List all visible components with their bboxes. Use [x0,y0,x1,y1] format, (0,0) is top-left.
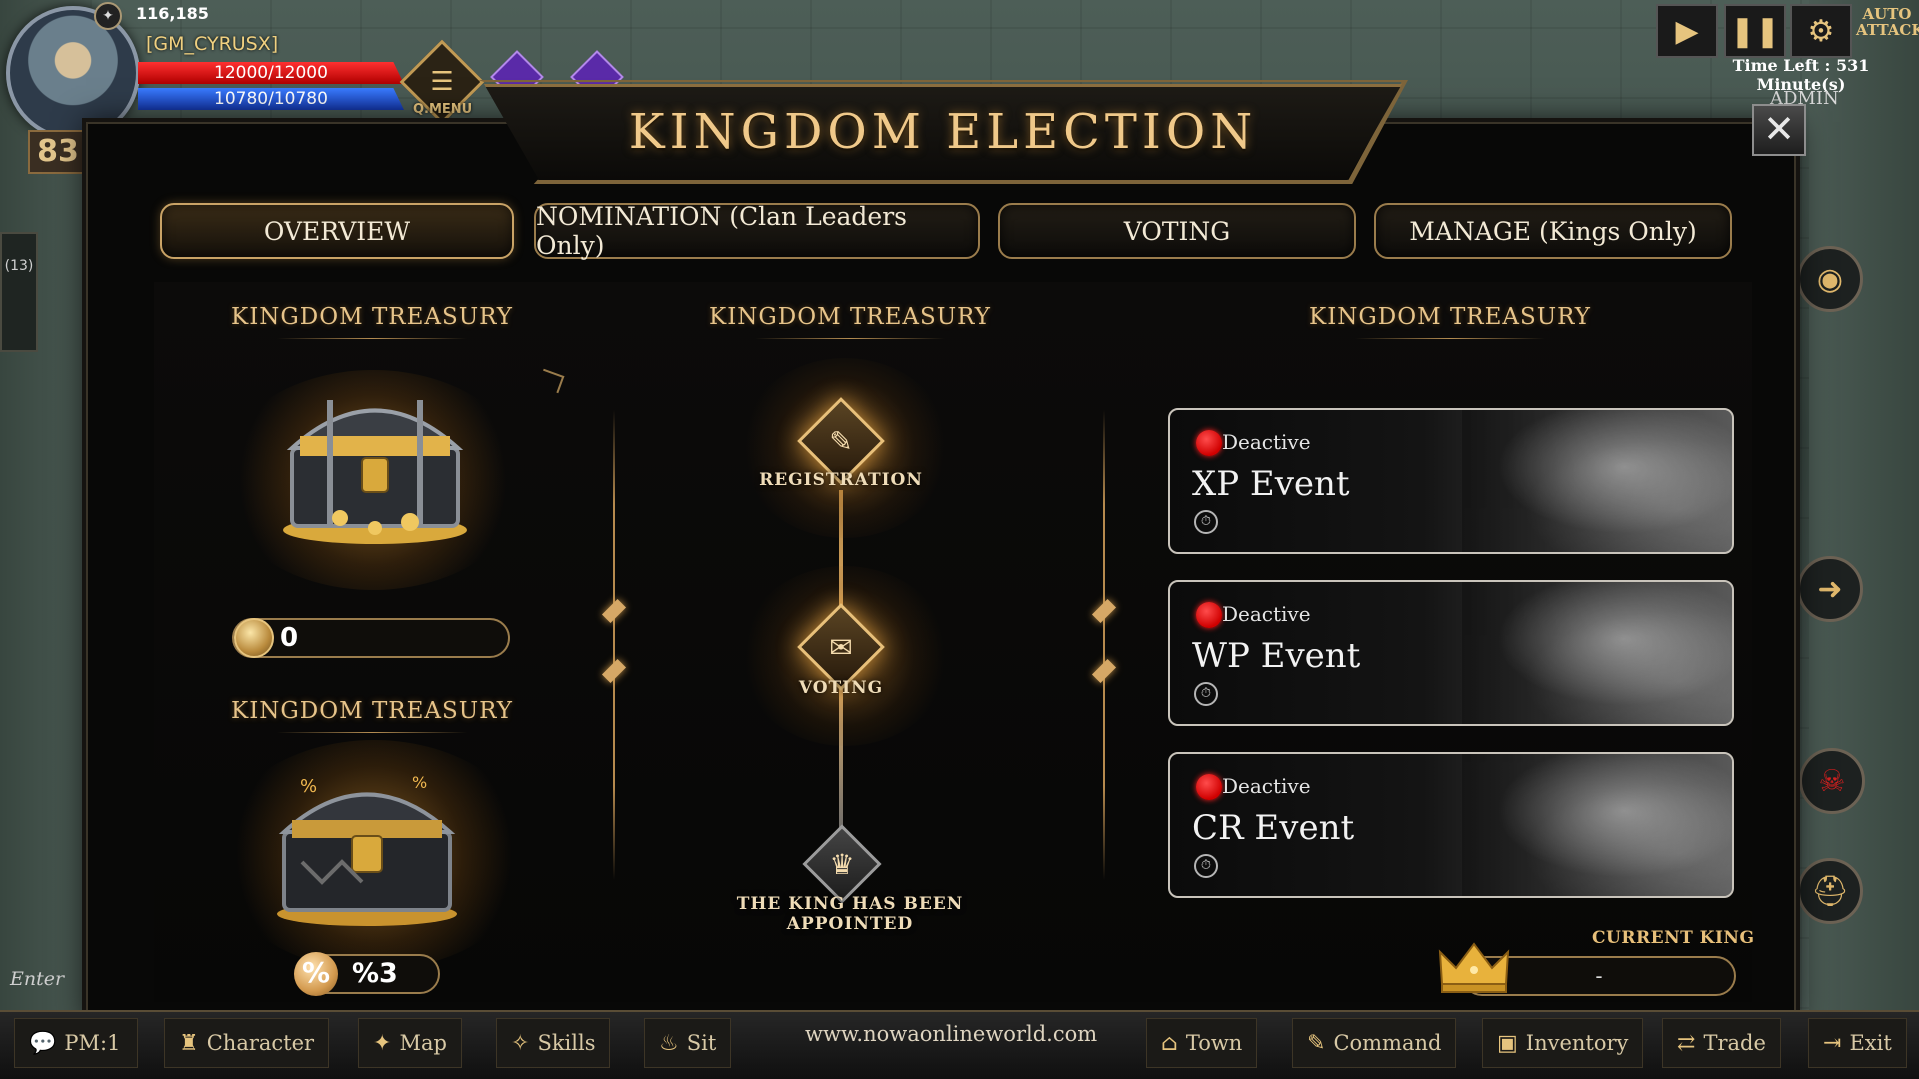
tab-voting[interactable]: VOTING [998,203,1356,259]
play-icon[interactable]: ▶ [1656,4,1718,58]
event-name: WP Event [1192,636,1361,676]
sit-icon: ♨ [659,1030,679,1056]
player-level: 83 [28,130,88,174]
map-icon: ✦ [373,1030,392,1056]
wp-event-card[interactable]: Deactive WP Event ⏱ [1168,580,1734,726]
status-dot-icon [1196,602,1222,628]
map-button[interactable]: ✦ Map [358,1018,462,1068]
column-divider [1103,410,1105,880]
treasure-chest-icon [283,400,467,544]
chat-icon: 💬 [29,1030,57,1056]
skills-button[interactable]: ✧ Skills [496,1018,611,1068]
pm-button[interactable]: 💬 PM:1 [14,1018,138,1068]
arrow-right-icon[interactable]: ➜ [1797,556,1863,622]
command-icon: ✎ [1307,1030,1326,1056]
player-name: [GM_CYRUSX] [146,33,279,55]
timer-icon: ⏱ [1194,682,1218,706]
tax-chest-icon: % % [277,773,457,926]
menu-icon: ☰ [430,67,454,97]
gold-amount: 116,185 [136,4,209,23]
event-name: XP Event [1192,464,1350,504]
sit-button[interactable]: ♨ Sit [644,1018,732,1068]
tab-nomination[interactable]: NOMINATION (Clan Leaders Only) [534,202,980,260]
close-icon: ✕ [1763,107,1795,151]
svg-text:%: % [300,776,317,797]
event-status: Deactive [1222,774,1311,798]
tax-title: KINGDOM TREASURY [212,698,532,733]
coin-icon [234,618,274,658]
exit-button[interactable]: ⇥ Exit [1808,1018,1907,1068]
panel-title: KINGDOM ELECTION [628,104,1258,160]
status-dot-icon [1196,774,1222,800]
website-url[interactable]: www.nowaonlineworld.com [805,1022,1097,1046]
event-status: Deactive [1222,602,1311,626]
close-button[interactable]: ✕ [1752,104,1806,156]
mp-bar: 10780/10780 [138,88,404,110]
timer-icon: ⏱ [1194,510,1218,534]
quest-scroll-button[interactable]: (13) [0,232,38,352]
clipboard-icon: ✎ [829,424,853,458]
king-appointed-label: THE KING HAS BEEN APPOINTED [736,894,964,934]
svg-text:%: % [412,773,427,792]
trade-button[interactable]: ⇄ Trade [1662,1018,1781,1068]
status-dot-icon [1196,430,1222,456]
chat-input[interactable]: Enter te [10,960,86,1028]
ballot-box-icon: ✉ [829,630,853,664]
gold-crown-icon [1438,942,1510,993]
xp-event-card[interactable]: Deactive XP Event ⏱ [1168,408,1734,554]
current-king-label: CURRENT KING [1592,928,1755,948]
scroll-count: (13) [4,258,34,274]
crown-icon: ♛ [829,847,855,881]
voting-label: VOTING [798,678,884,698]
target-skull-icon[interactable]: ☠ [1799,748,1865,814]
event-name: CR Event [1192,808,1355,848]
gear-icon[interactable]: ⚙ [1790,4,1852,58]
town-button[interactable]: ⌂ Town [1146,1018,1258,1068]
eye-icon[interactable]: ◉ [1797,246,1863,312]
tab-manage[interactable]: MANAGE (Kings Only) [1374,203,1732,259]
event-artwork [1462,582,1732,724]
pause-icon[interactable]: ❚❚ [1724,4,1786,58]
hp-bar: 12000/12000 [138,62,404,84]
treasury-title: KINGDOM TREASURY [212,304,532,339]
compass-icon: ✦ [94,2,122,30]
timer-icon: ⏱ [1194,854,1218,878]
tab-overview[interactable]: OVERVIEW [160,203,514,259]
house-icon: ⌂ [1161,1030,1178,1056]
election-title: KINGDOM TREASURY [690,304,1010,339]
event-artwork [1462,410,1732,552]
auto-attack-button[interactable]: AUTO ATTACK [1856,6,1919,56]
helmet-icon[interactable]: ⛑ [1797,858,1863,924]
inventory-button[interactable]: ▣ Inventory [1482,1018,1644,1068]
events-title: KINGDOM TREASURY [1290,304,1610,339]
registration-label: REGISTRATION [759,470,923,490]
command-button[interactable]: ✎ Command [1292,1018,1457,1068]
skills-icon: ✧ [511,1030,530,1056]
player-portrait[interactable] [6,6,140,140]
character-icon: ♜ [179,1030,199,1056]
character-button[interactable]: ♜ Character [164,1018,330,1068]
column-divider [613,410,615,880]
percent-icon: % [294,952,338,996]
bag-icon: ▣ [1497,1030,1518,1056]
trade-icon: ⇄ [1677,1030,1696,1056]
exit-door-icon: ⇥ [1823,1030,1842,1056]
cr-event-card[interactable]: Deactive CR Event ⏱ [1168,752,1734,898]
quick-menu-label: Q.MENU [413,102,473,117]
event-artwork [1462,754,1732,896]
event-status: Deactive [1222,430,1311,454]
